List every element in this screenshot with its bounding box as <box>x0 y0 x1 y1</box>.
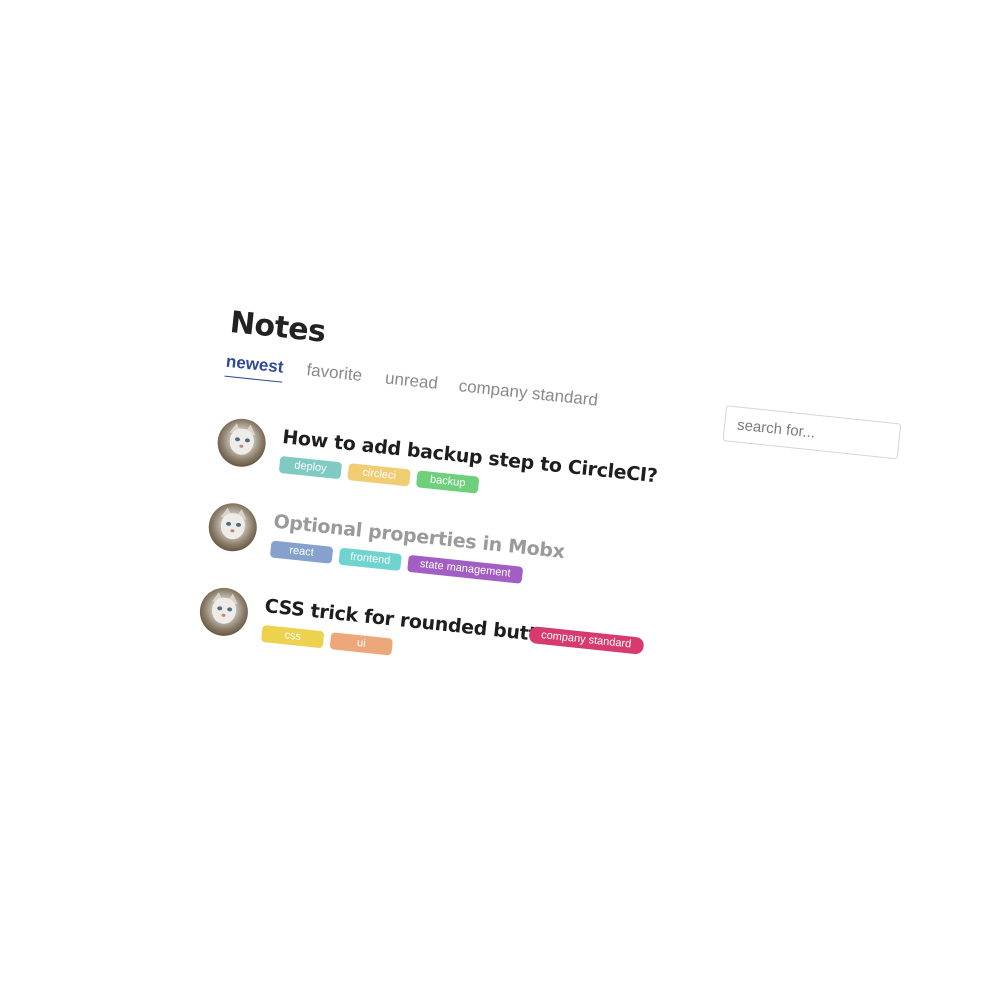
page-title: Notes <box>228 305 328 350</box>
tag-circleci[interactable]: circleci <box>347 463 411 487</box>
notes-panel: Notes newest favorite unread company sta… <box>197 305 919 705</box>
avatar <box>206 500 260 554</box>
tag-ui[interactable]: ui <box>329 632 394 656</box>
tab-favorite[interactable]: favorite <box>305 360 363 390</box>
tag-react[interactable]: react <box>269 540 334 564</box>
tab-unread[interactable]: unread <box>384 368 439 397</box>
filter-tabs: newest favorite unread company standard <box>224 351 599 410</box>
notes-page: Notes newest favorite unread company sta… <box>0 0 1000 1000</box>
tag-company-standard[interactable]: company standard <box>528 625 644 655</box>
tag-deploy[interactable]: deploy <box>278 455 343 480</box>
tag-frontend[interactable]: frontend <box>338 547 402 572</box>
tag-state-management[interactable]: state management <box>407 554 524 584</box>
avatar <box>215 416 269 470</box>
tab-newest[interactable]: newest <box>224 351 285 383</box>
tag-css[interactable]: css <box>260 624 325 649</box>
tab-company-standard[interactable]: company standard <box>457 376 599 414</box>
tag-backup[interactable]: backup <box>415 470 480 494</box>
tag-list: cssui <box>260 624 400 657</box>
avatar <box>197 585 251 639</box>
search-input[interactable] <box>722 405 902 460</box>
